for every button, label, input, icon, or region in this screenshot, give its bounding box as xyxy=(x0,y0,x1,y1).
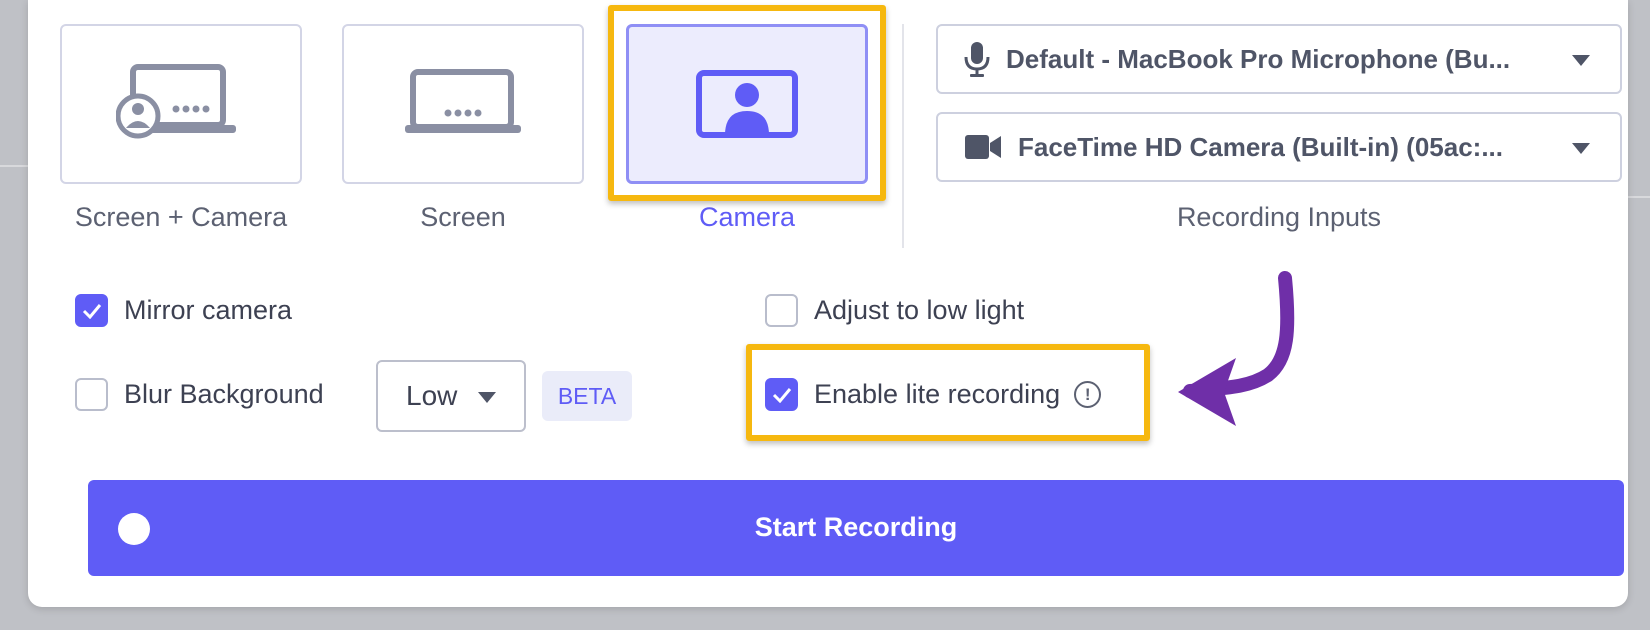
mode-screen-camera-label: Screen + Camera xyxy=(74,202,288,232)
beta-badge: BETA xyxy=(542,371,632,421)
info-icon[interactable]: ! xyxy=(1074,381,1102,408)
start-recording-label: Start Recording xyxy=(754,512,958,542)
mode-camera-label: Camera xyxy=(698,202,796,232)
microphone-icon xyxy=(964,42,990,77)
start-recording-button[interactable]: Start Recording xyxy=(88,480,1624,576)
video-camera-icon xyxy=(965,135,1001,159)
lite-recording-option[interactable]: Enable lite recording ! xyxy=(765,378,1102,411)
blur-background-option[interactable]: Blur Background xyxy=(75,378,324,411)
camera-select-value: FaceTime HD Camera (Built-in) (05ac:... xyxy=(1018,131,1503,162)
lite-recording-label: Enable lite recording xyxy=(814,379,1061,409)
mirror-camera-checkbox[interactable] xyxy=(75,294,108,327)
screen-icon xyxy=(405,69,521,133)
mirror-camera-label: Mirror camera xyxy=(124,295,293,325)
camera-person-icon xyxy=(696,70,798,138)
mode-screen-camera-card[interactable] xyxy=(60,24,302,184)
camera-select[interactable]: FaceTime HD Camera (Built-in) (05ac:... xyxy=(936,112,1622,182)
microphone-select[interactable]: Default - MacBook Pro Microphone (Bu... xyxy=(936,24,1622,94)
mode-screen-card[interactable] xyxy=(342,24,584,184)
recording-inputs-label: Recording Inputs xyxy=(1176,202,1382,232)
microphone-select-value: Default - MacBook Pro Microphone (Bu... xyxy=(1006,43,1511,74)
checkmark-icon xyxy=(772,387,791,403)
mode-camera-card[interactable] xyxy=(626,24,868,184)
screen-camera-icon xyxy=(116,64,236,139)
blur-background-checkbox[interactable] xyxy=(75,378,108,411)
chevron-down-icon xyxy=(478,392,496,403)
mirror-camera-option[interactable]: Mirror camera xyxy=(75,294,292,327)
background-divider xyxy=(0,165,28,167)
blur-level-value: Low xyxy=(406,380,458,411)
pointer-arrow-icon xyxy=(1178,271,1295,426)
chevron-down-icon xyxy=(1572,55,1590,66)
mode-screen-label: Screen xyxy=(420,202,506,232)
adjust-low-light-option[interactable]: Adjust to low light xyxy=(765,294,1024,327)
blur-background-label: Blur Background xyxy=(124,379,324,409)
background-divider xyxy=(1628,196,1650,198)
adjust-low-light-checkbox[interactable] xyxy=(765,294,798,327)
lite-recording-checkbox[interactable] xyxy=(765,378,798,411)
recording-modal: Screen + Camera Screen Camera Default - … xyxy=(28,0,1628,607)
adjust-low-light-label: Adjust to low light xyxy=(814,295,1025,325)
blur-level-dropdown[interactable]: Low xyxy=(376,360,526,432)
checkmark-icon xyxy=(82,303,101,319)
vertical-divider xyxy=(902,24,904,248)
chevron-down-icon xyxy=(1572,143,1590,154)
